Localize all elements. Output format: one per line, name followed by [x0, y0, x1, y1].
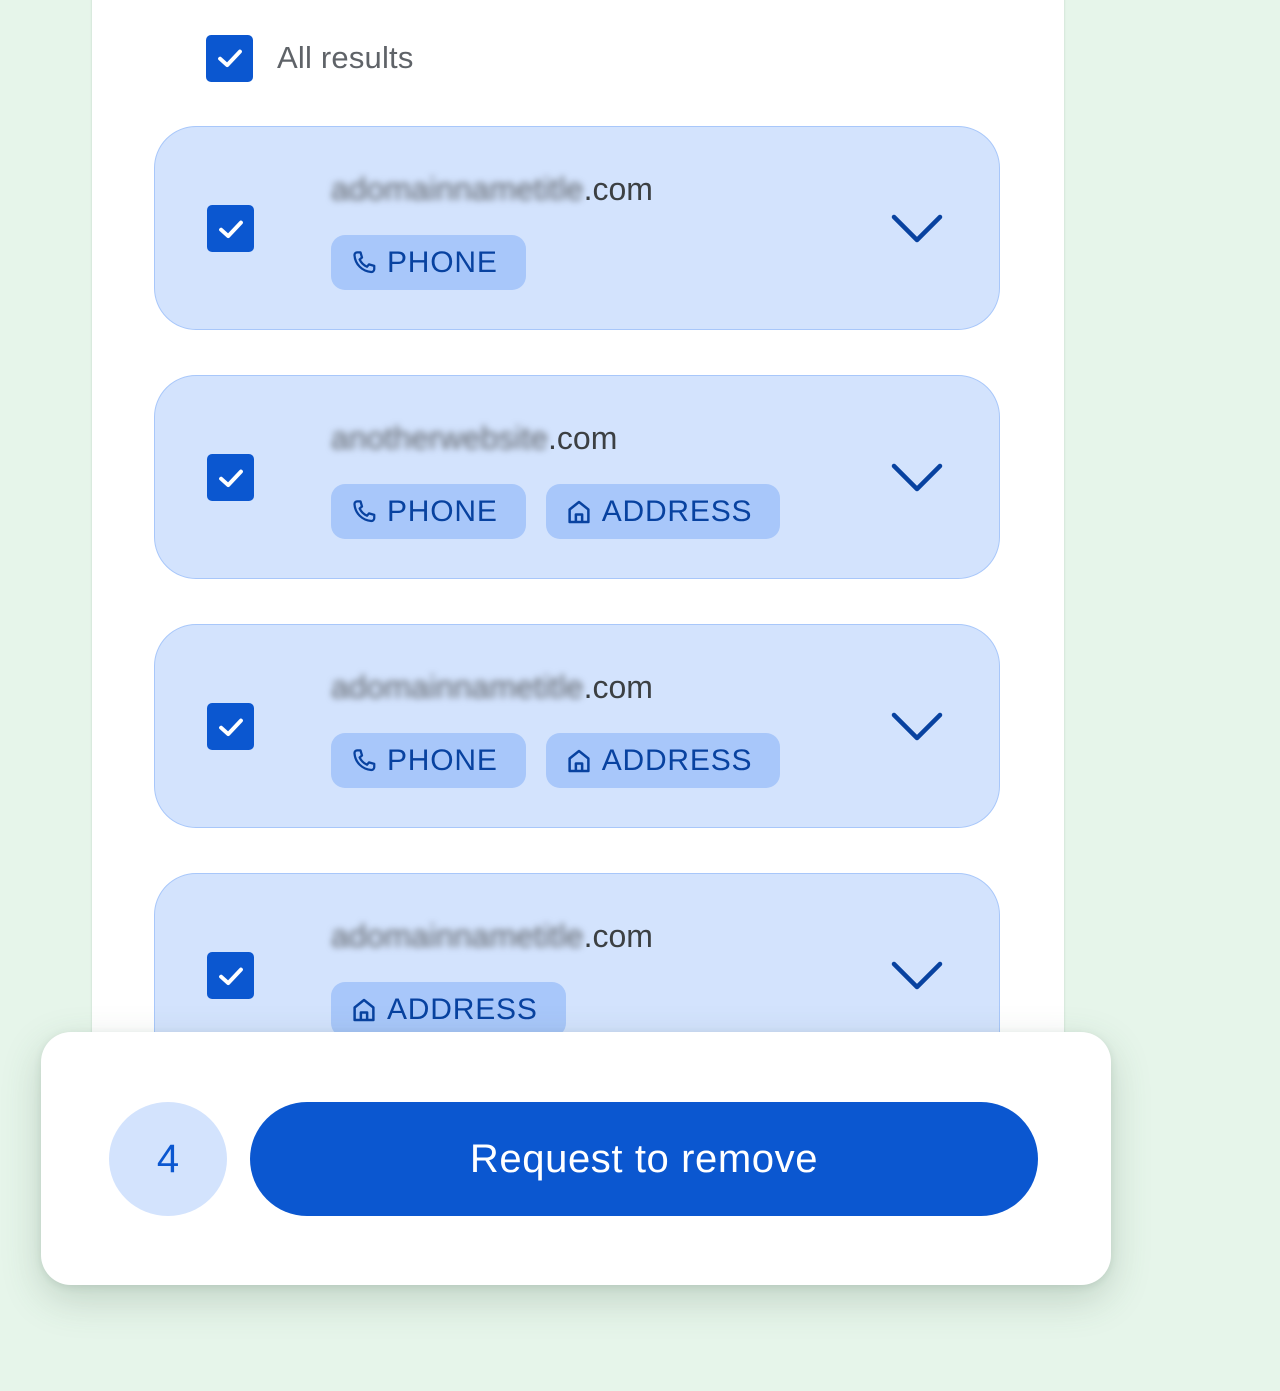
result-card[interactable]: anotherwebsite .com PHONE ADDRESS: [154, 375, 1000, 579]
result-tags: PHONE: [331, 235, 526, 290]
result-checkbox[interactable]: [207, 703, 254, 750]
select-all-row[interactable]: All results: [206, 34, 414, 82]
domain-name-blurred: adomainnametitle: [331, 171, 584, 207]
tag-phone: PHONE: [331, 484, 526, 539]
result-domain: adomainnametitle .com: [331, 918, 653, 955]
tag-phone: PHONE: [331, 235, 526, 290]
domain-name-blurred: adomainnametitle: [331, 918, 584, 954]
domain-name-blurred: anotherwebsite: [331, 420, 549, 456]
domain-name-blurred: adomainnametitle: [331, 669, 584, 705]
domain-suffix: .com: [583, 171, 653, 207]
select-all-checkbox[interactable]: [206, 34, 253, 82]
result-tags: ADDRESS: [331, 982, 566, 1037]
tag-address: ADDRESS: [545, 484, 781, 539]
tag-label: PHONE: [387, 743, 498, 777]
action-bar: 4 Request to remove: [41, 1032, 1111, 1285]
tag-address: ADDRESS: [331, 982, 566, 1037]
chevron-down-icon[interactable]: [889, 701, 945, 751]
phone-icon: [353, 499, 376, 522]
tag-phone: PHONE: [331, 733, 526, 788]
domain-suffix: .com: [548, 420, 618, 456]
tag-address: ADDRESS: [545, 733, 781, 788]
chevron-down-icon[interactable]: [889, 452, 945, 502]
domain-suffix: .com: [583, 918, 653, 954]
request-to-remove-button[interactable]: Request to remove: [250, 1102, 1038, 1216]
result-checkbox[interactable]: [207, 454, 254, 501]
phone-icon: [353, 250, 376, 273]
result-tags: PHONE ADDRESS: [331, 733, 781, 788]
result-domain: adomainnametitle .com: [331, 669, 653, 706]
tag-label: ADDRESS: [387, 992, 538, 1026]
check-icon: [217, 49, 242, 68]
result-checkbox[interactable]: [207, 205, 254, 252]
check-icon: [218, 967, 243, 985]
check-icon: [218, 220, 243, 238]
result-domain: anotherwebsite .com: [331, 420, 617, 457]
tag-label: ADDRESS: [601, 494, 753, 528]
home-icon: [568, 749, 590, 772]
tag-label: ADDRESS: [601, 743, 753, 777]
selected-count-badge: 4: [109, 1102, 227, 1216]
domain-suffix: .com: [583, 669, 653, 705]
check-icon: [218, 469, 243, 487]
home-icon: [353, 998, 375, 1021]
result-card[interactable]: adomainnametitle .com PHONE: [154, 126, 1000, 330]
select-all-label: All results: [277, 40, 414, 75]
phone-icon: [353, 748, 376, 771]
result-tags: PHONE ADDRESS: [331, 484, 781, 539]
result-checkbox[interactable]: [207, 952, 254, 999]
result-domain: adomainnametitle .com: [331, 171, 653, 208]
tag-label: PHONE: [387, 245, 498, 279]
tag-label: PHONE: [387, 494, 498, 528]
chevron-down-icon[interactable]: [889, 203, 945, 253]
home-icon: [568, 500, 590, 523]
check-icon: [218, 718, 243, 736]
result-card[interactable]: adomainnametitle .com PHONE ADDRESS: [154, 624, 1000, 828]
chevron-down-icon[interactable]: [889, 950, 945, 1000]
